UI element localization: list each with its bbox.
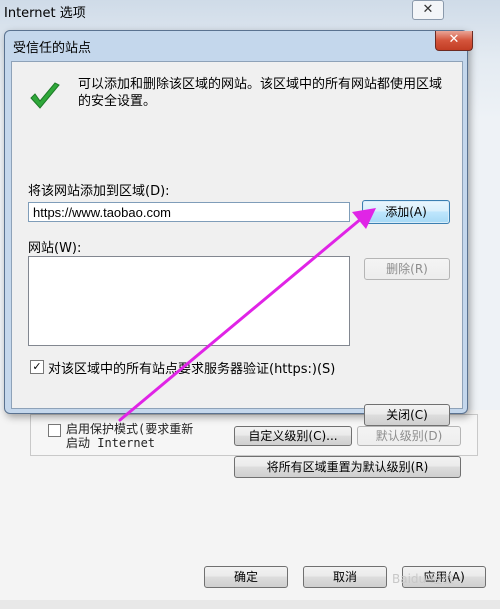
add-site-label: 将该网站添加到区域(D): [28,184,170,199]
green-checkmark-icon [30,82,60,109]
dialog-close-icon[interactable]: ✕ [435,31,473,51]
reset-all-zones-button[interactable]: 将所有区域重置为默认级别(R) [234,456,461,478]
protected-mode-label-2: 启动 Internet [66,436,156,450]
internet-options-title: Internet 选项 [4,6,86,21]
require-https-label: 对该区域中的所有站点要求服务器验证(https:)(S) [48,362,336,377]
websites-list[interactable] [28,256,350,346]
zone-description: 可以添加和删除该区域的网站。该区域中的所有网站都使用区域的安全设置。 [78,77,443,109]
require-https-checkbox[interactable]: ✓ [30,360,44,374]
protected-mode-checkbox[interactable] [48,424,61,437]
dialog-body: 可以添加和删除该区域的网站。该区域中的所有网站都使用区域的安全设置。 将该网站添… [11,61,463,426]
ok-button[interactable]: 确定 [204,566,288,588]
cancel-button[interactable]: 取消 [303,566,387,588]
dialog-title: 受信任的站点 [13,41,92,56]
websites-label: 网站(W): [28,241,82,256]
custom-level-button[interactable]: 自定义级别(C)... [234,426,352,446]
default-level-button[interactable]: 默认级别(D) [357,426,461,446]
bottom-strip [0,600,500,609]
baidu-watermark: Baidu 经验 [392,572,454,586]
trusted-sites-dialog: 受信任的站点 ✕ 可以添加和删除该区域的网站。该区域中的所有网站都使用区域的安全… [4,30,473,426]
remove-button[interactable]: 删除(R) [364,258,450,280]
add-button[interactable]: 添加(A) [362,200,450,224]
close-button[interactable]: 关闭(C) [364,404,450,426]
internet-options-close-button[interactable]: ✕ [412,0,444,20]
site-url-input[interactable] [28,202,350,222]
